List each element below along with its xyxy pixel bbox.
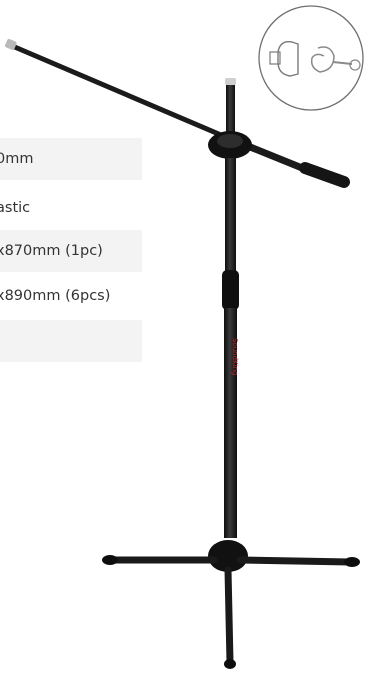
foot-front-icon [224,659,236,669]
upper-tube [226,80,235,140]
clip-detail-inset [258,5,364,111]
stand-brand-label: SoundKing [231,338,239,375]
main-pole-upper [225,158,236,278]
foot-right-icon [344,557,360,567]
mic-stand-illustration: SoundKing [5,5,364,669]
tripod-base [102,540,360,669]
foot-left-icon [102,555,118,565]
tube-cap-icon [225,78,236,85]
height-clutch-icon [222,270,239,310]
